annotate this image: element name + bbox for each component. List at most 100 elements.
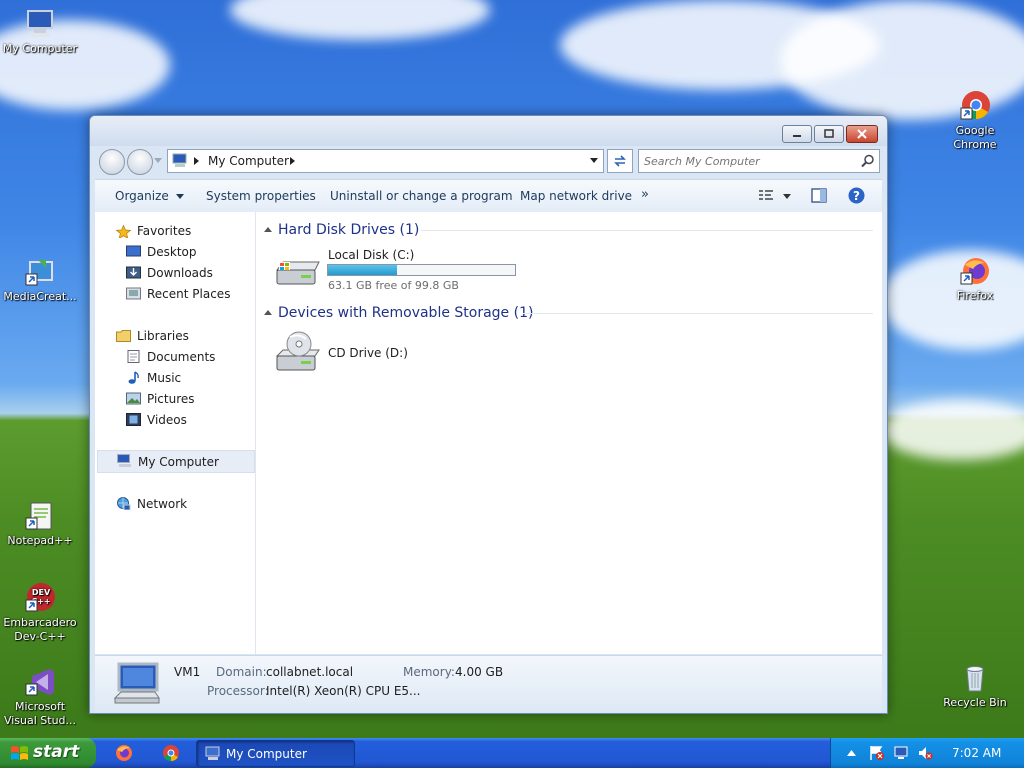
change-view-icon[interactable]	[758, 189, 774, 203]
network-status-icon[interactable]	[893, 745, 909, 761]
computer-icon	[205, 746, 220, 760]
title-bar[interactable]	[90, 116, 887, 146]
star-icon	[116, 225, 131, 238]
svg-text:DEV: DEV	[32, 588, 51, 597]
drive-name: Local Disk (C:)	[328, 248, 415, 262]
search-icon[interactable]	[861, 154, 875, 168]
desktop-icon-notepad-plus-plus[interactable]: Notepad++	[0, 500, 80, 548]
navigation-pane: Favorites Desktop Downloads Recent Place…	[95, 212, 256, 654]
desktop-icon-dev-cpp[interactable]: DEV C++ Embarcadero Dev-C++	[0, 582, 80, 644]
details-pane: VM1 Domain: collabnet.local Memory: 4.00…	[95, 655, 882, 713]
breadcrumb-arrow-icon[interactable]	[194, 157, 200, 165]
breadcrumb-my-computer[interactable]: My Computer	[208, 154, 289, 168]
desktop-icon-label: Microsoft Visual Stud...	[3, 700, 77, 727]
preview-pane-icon[interactable]	[811, 188, 827, 203]
action-center-icon[interactable]	[869, 745, 885, 761]
drive-usage-bar	[327, 264, 516, 276]
nav-videos[interactable]: Videos	[147, 413, 187, 427]
collapse-group-icon[interactable]	[264, 227, 272, 233]
desktop-icon-label: Google Chrome	[953, 124, 997, 151]
desktop-icon-firefox[interactable]: Firefox	[935, 255, 1015, 303]
computer-icon	[24, 8, 56, 40]
collapse-group-icon[interactable]	[264, 310, 272, 316]
explorer-window[interactable]: My Computer Organize System properties U…	[89, 115, 888, 714]
recycle-bin-icon	[959, 662, 991, 694]
nav-music[interactable]: Music	[147, 371, 181, 385]
close-button[interactable]	[846, 125, 878, 143]
back-button[interactable]	[99, 149, 125, 175]
drive-usage-fill	[328, 265, 397, 275]
notepad-plus-plus-icon	[24, 500, 56, 532]
group-header-removable-storage[interactable]: Devices with Removable Storage (1)	[278, 305, 533, 321]
drive-item-cd-drive-d[interactable]: CD Drive (D:)	[271, 330, 471, 378]
desktop-icon-media-creation[interactable]: MediaCreat...	[0, 256, 80, 304]
music-icon	[128, 371, 139, 384]
computer-icon	[113, 662, 160, 704]
libraries-icon	[116, 330, 131, 342]
desktop-icon-label: Notepad++	[7, 534, 73, 547]
nav-desktop[interactable]: Desktop	[147, 245, 197, 259]
organize-button[interactable]: Organize	[115, 189, 184, 203]
taskbar-item-my-computer[interactable]: My Computer	[196, 740, 355, 767]
content-area: Favorites Desktop Downloads Recent Place…	[95, 212, 882, 654]
drive-item-local-disk-c[interactable]: Local Disk (C:) 63.1 GB free of 99.8 GB	[271, 248, 531, 296]
system-properties-button[interactable]: System properties	[206, 189, 316, 203]
nav-network[interactable]: Network	[137, 497, 187, 511]
group-divider	[523, 313, 873, 314]
uninstall-program-button[interactable]: Uninstall or change a program	[330, 189, 513, 203]
drive-name: CD Drive (D:)	[328, 346, 408, 360]
show-hidden-icons-icon[interactable]	[847, 750, 856, 756]
nav-pictures[interactable]: Pictures	[147, 392, 195, 406]
desktop-icon	[126, 245, 141, 257]
breadcrumb-arrow-icon[interactable]	[290, 157, 296, 165]
group-divider	[421, 230, 873, 231]
search-box[interactable]	[638, 149, 880, 173]
system-tray: 7:02 AM	[830, 738, 1024, 768]
forward-button[interactable]	[127, 149, 153, 175]
nav-my-computer[interactable]: My Computer	[138, 455, 219, 469]
recent-pages-dropdown-icon[interactable]	[154, 158, 162, 164]
media-creation-icon	[24, 256, 56, 288]
windows-logo-icon	[11, 746, 28, 760]
nav-documents[interactable]: Documents	[147, 350, 215, 364]
address-dropdown-icon[interactable]	[590, 158, 598, 164]
start-label: start	[33, 742, 80, 762]
desktop-icon-google-chrome[interactable]: Google Chrome	[935, 90, 1015, 152]
help-icon[interactable]: ?	[848, 187, 865, 204]
chrome-quicklaunch-icon[interactable]	[162, 744, 180, 762]
map-network-drive-button[interactable]: Map network drive	[520, 189, 632, 203]
group-header-hard-disk-drives[interactable]: Hard Disk Drives (1)	[278, 222, 419, 238]
nav-favorites[interactable]: Favorites	[137, 224, 191, 238]
maximize-button[interactable]	[814, 125, 844, 143]
memory-label: Memory:	[403, 665, 455, 679]
taskbar: start My Computer 7:02 AM	[0, 738, 1024, 768]
nav-downloads[interactable]: Downloads	[147, 266, 213, 280]
nav-my-computer-highlight[interactable]: My Computer	[97, 450, 255, 473]
desktop-icon-label: MediaCreat...	[3, 290, 77, 303]
clock[interactable]: 7:02 AM	[952, 746, 1001, 760]
view-dropdown-icon[interactable]	[783, 194, 791, 200]
recent-places-icon	[126, 287, 141, 300]
address-bar[interactable]: My Computer	[167, 149, 604, 173]
desktop-icon-visual-studio[interactable]: Microsoft Visual Stud...	[0, 666, 80, 728]
desktop-icon-label: Embarcadero Dev-C++	[3, 616, 77, 643]
desktop-icon-label: My Computer	[2, 42, 78, 55]
desktop-icon-recycle-bin[interactable]: Recycle Bin	[935, 662, 1015, 710]
downloads-icon	[126, 266, 141, 279]
search-input[interactable]	[642, 152, 856, 170]
firefox-quicklaunch-icon[interactable]	[115, 744, 133, 762]
more-commands-button[interactable]: »	[641, 187, 649, 202]
desktop-icon-my-computer[interactable]: My Computer	[0, 8, 80, 56]
minimize-button[interactable]	[782, 125, 812, 143]
nav-libraries[interactable]: Libraries	[137, 329, 189, 343]
refresh-button[interactable]	[607, 149, 633, 173]
volume-muted-icon[interactable]	[917, 745, 933, 761]
videos-icon	[126, 413, 141, 426]
desktop-icon-label: Firefox	[956, 289, 994, 302]
firefox-icon	[959, 255, 991, 287]
taskbar-item-label: My Computer	[226, 747, 307, 761]
pictures-icon	[126, 392, 141, 405]
start-button[interactable]: start	[0, 738, 96, 768]
processor-value: Intel(R) Xeon(R) CPU E5...	[266, 684, 421, 698]
nav-recent-places[interactable]: Recent Places	[147, 287, 230, 301]
